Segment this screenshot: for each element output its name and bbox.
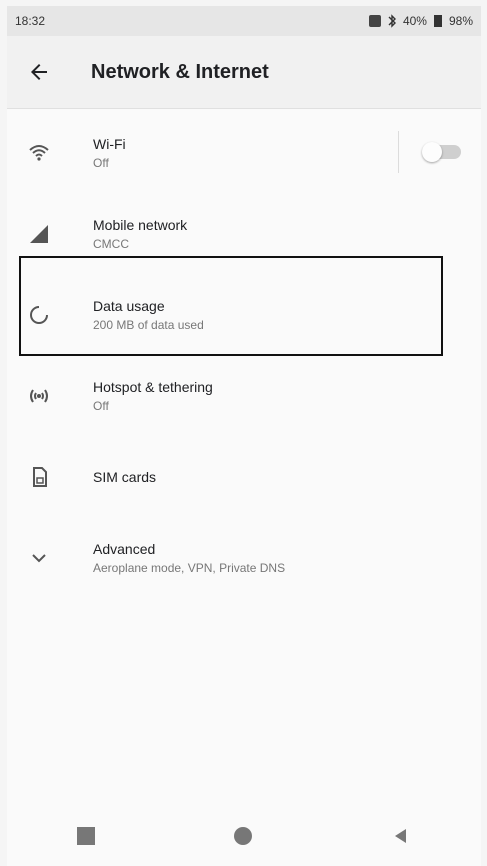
navigation-bar bbox=[7, 806, 481, 866]
notification-icon bbox=[368, 15, 381, 27]
hotspot-item[interactable]: Hotspot & tethering Off bbox=[7, 355, 481, 436]
mobile-network-subtitle: CMCC bbox=[93, 236, 129, 251]
signal-icon bbox=[7, 222, 71, 246]
network-status: 40% bbox=[402, 14, 427, 28]
status-time: 18:32 bbox=[15, 14, 46, 28]
top-toolbar: Network & Internet bbox=[7, 36, 481, 109]
back-arrow-icon bbox=[31, 64, 47, 80]
toggle-thumb bbox=[422, 142, 442, 162]
hotspot-subtitle: Off bbox=[93, 398, 109, 413]
recents-button[interactable] bbox=[76, 827, 95, 845]
settings-screen: 18:32 40% 98% Network & Internet Wi-Fi O… bbox=[7, 6, 481, 866]
chevron-down-icon bbox=[7, 546, 71, 570]
mobile-network-text: Mobile network CMCC bbox=[93, 217, 187, 251]
battery-icon bbox=[433, 15, 442, 27]
advanced-text: Advanced Aeroplane mode, VPN, Private DN… bbox=[93, 541, 285, 575]
wifi-item[interactable]: Wi-Fi Off bbox=[7, 112, 481, 193]
back-button[interactable] bbox=[7, 36, 71, 108]
wifi-subtitle: Off bbox=[93, 155, 109, 170]
wifi-icon bbox=[7, 141, 71, 165]
data-usage-highlight-box bbox=[19, 256, 443, 356]
hotspot-title: Hotspot & tethering bbox=[93, 378, 213, 395]
sim-cards-text: SIM cards bbox=[93, 469, 156, 485]
advanced-subtitle: Aeroplane mode, VPN, Private DNS bbox=[93, 560, 286, 575]
wifi-toggle[interactable] bbox=[422, 142, 461, 162]
advanced-item[interactable]: Advanced Aeroplane mode, VPN, Private DN… bbox=[7, 517, 481, 598]
wifi-switch-area bbox=[398, 128, 461, 176]
back-triangle-icon[interactable] bbox=[391, 826, 411, 846]
mobile-network-title: Mobile network bbox=[93, 216, 188, 233]
bluetooth-icon bbox=[388, 14, 396, 28]
advanced-title: Advanced bbox=[93, 540, 156, 557]
hotspot-text: Hotspot & tethering Off bbox=[93, 379, 213, 413]
battery-level: 98% bbox=[448, 14, 473, 28]
hotspot-icon bbox=[7, 384, 71, 408]
status-bar: 18:32 40% 98% bbox=[7, 6, 481, 36]
status-icons: 40% 98% bbox=[368, 14, 473, 28]
wifi-title: Wi-Fi bbox=[93, 135, 126, 152]
home-button[interactable] bbox=[233, 827, 252, 845]
wifi-text: Wi-Fi Off bbox=[93, 136, 126, 170]
page-title: Network & Internet bbox=[91, 60, 269, 83]
sim-card-icon bbox=[7, 465, 71, 489]
sim-cards-item[interactable]: SIM cards bbox=[7, 436, 481, 517]
wifi-divider bbox=[398, 131, 399, 173]
sim-cards-title: SIM cards bbox=[93, 468, 157, 485]
